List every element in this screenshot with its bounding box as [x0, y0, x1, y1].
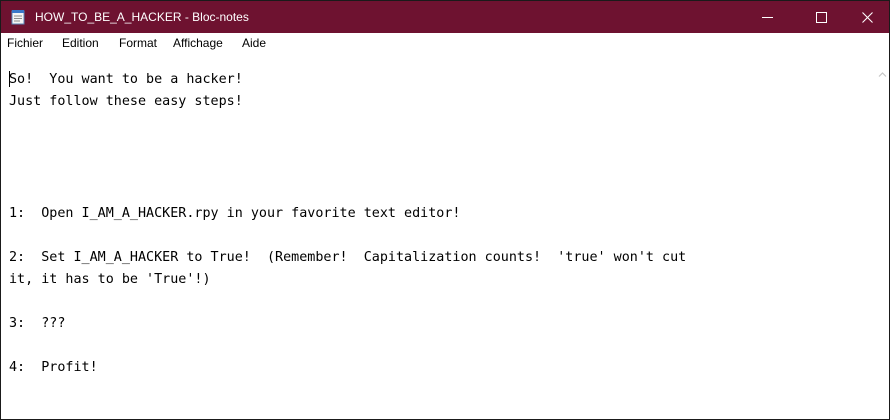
- text-line: 2: Set I_AM_A_HACKER to True! (Remember!…: [9, 250, 687, 265]
- close-icon: [861, 11, 873, 23]
- menu-aide[interactable]: Aide: [242, 36, 266, 50]
- menu-edition[interactable]: Edition: [62, 36, 99, 50]
- maximize-button[interactable]: [798, 1, 844, 33]
- window-title: HOW_TO_BE_A_HACKER - Bloc-notes: [35, 10, 249, 24]
- text-line: 1: Open I_AM_A_HACKER.rpy in your favori…: [9, 206, 461, 221]
- title-bar[interactable]: HOW_TO_BE_A_HACKER - Bloc-notes: [1, 1, 889, 33]
- menu-format[interactable]: Format: [119, 36, 157, 50]
- scroll-up-arrow-icon[interactable]: [878, 71, 887, 78]
- text-line: So! You want to be a hacker!: [9, 72, 243, 87]
- menu-affichage[interactable]: Affichage: [173, 36, 223, 50]
- text-line: 4: Profit!: [9, 360, 98, 375]
- text-line: it, it has to be 'True'!): [9, 272, 211, 287]
- notepad-window: HOW_TO_BE_A_HACKER - Bloc-notes Fichier …: [0, 0, 890, 420]
- notepad-icon: [11, 10, 25, 25]
- minimize-button[interactable]: [744, 1, 790, 33]
- menu-bar: Fichier Edition Format Affichage Aide: [1, 33, 889, 53]
- close-button[interactable]: [844, 1, 889, 33]
- menu-fichier[interactable]: Fichier: [7, 36, 43, 50]
- text-line: 3: ???: [9, 316, 66, 331]
- text-editor-area[interactable]: So! You want to be a hacker! Just follow…: [1, 53, 876, 419]
- minimize-icon: [761, 16, 773, 18]
- vertical-scrollbar[interactable]: [876, 53, 889, 419]
- text-line: Just follow these easy steps!: [9, 94, 243, 109]
- maximize-icon: [815, 11, 827, 23]
